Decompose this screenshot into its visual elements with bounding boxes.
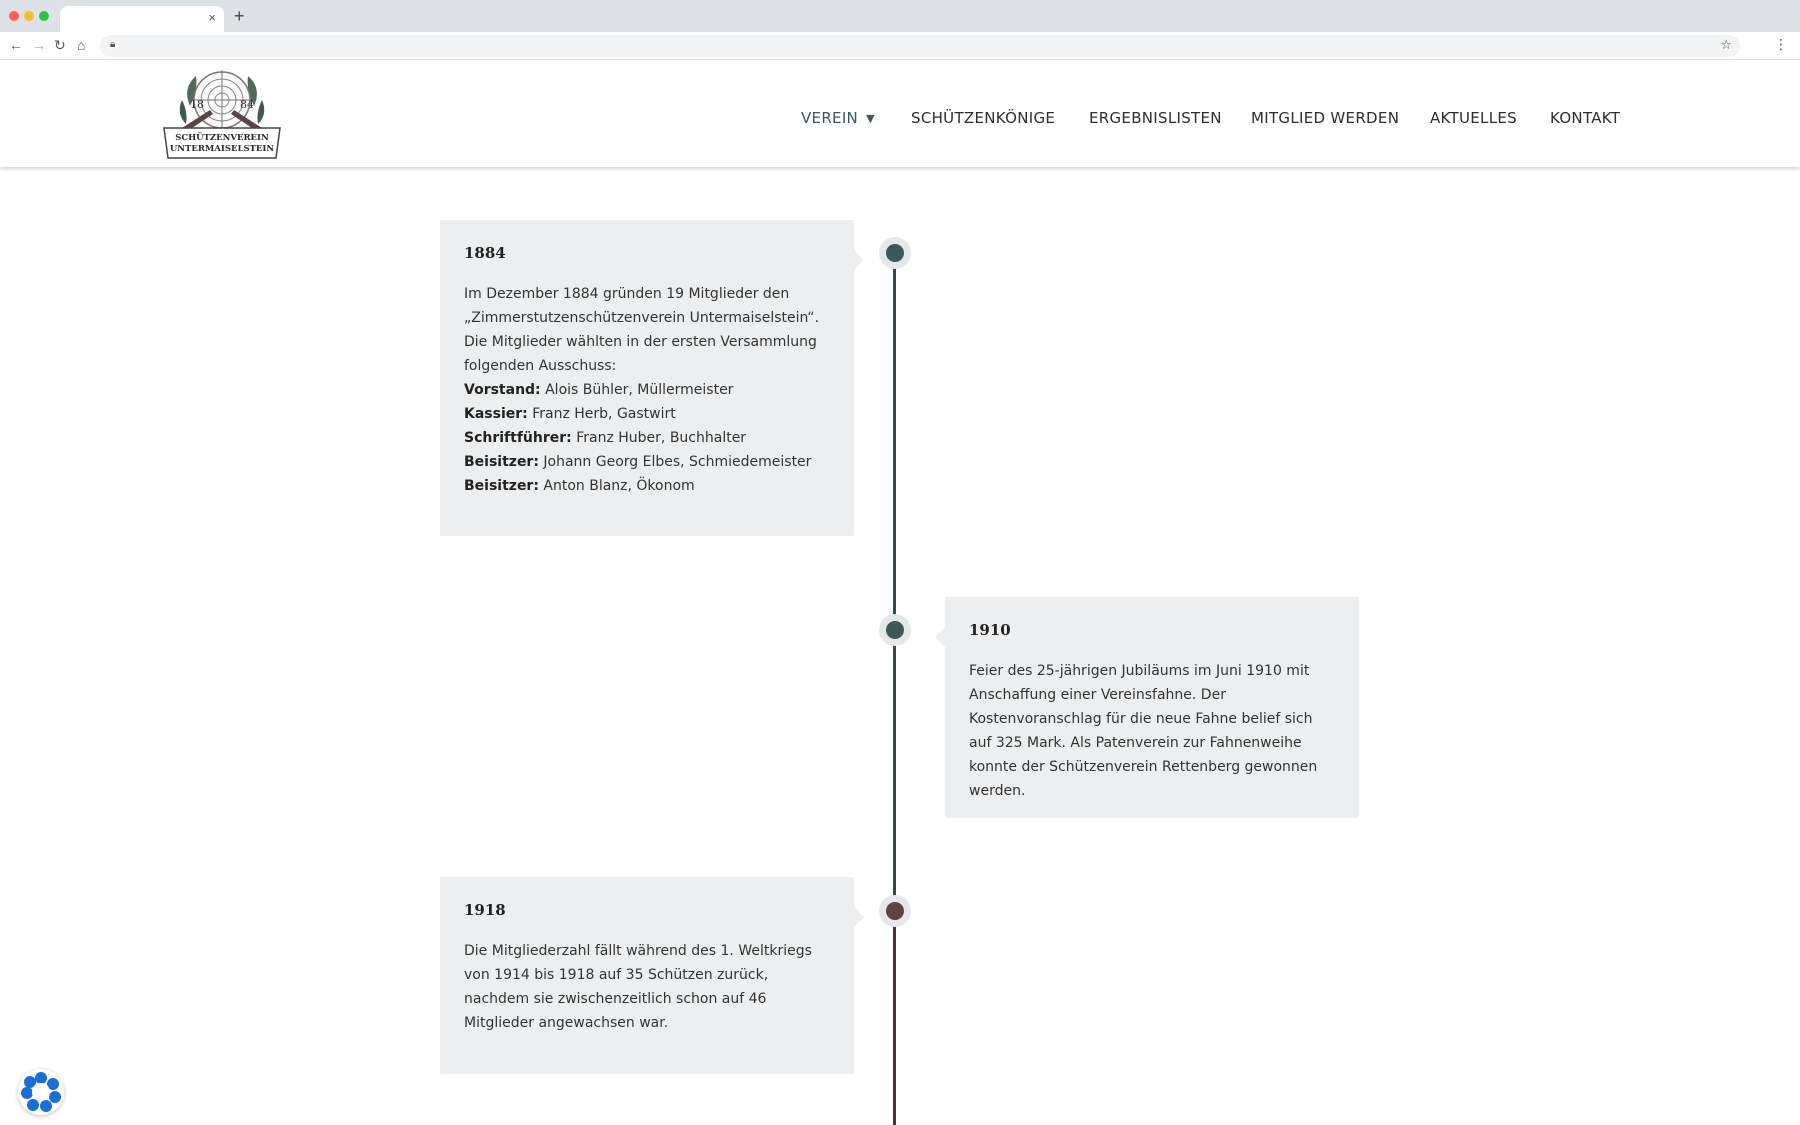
timeline-text: Die Mitgliederzahl fällt während des 1. … [464,943,812,1031]
nav-item-ergebnislisten[interactable]: ERGEBNISLISTEN [1089,109,1222,127]
privacy-shield-icon [21,1072,61,1112]
nav-item-mitglied-werden[interactable]: MITGLIED WERDEN [1251,109,1399,127]
bookmark-star-icon[interactable]: ☆ [1720,37,1732,53]
role-line: Schriftführer: Franz Huber, Buchhalter [464,430,747,446]
window-maximize-icon[interactable] [39,11,49,21]
logo-year-left: 18 [190,98,204,111]
timeline-text: Feier des 25-jährigen Jubiläums im Juni … [969,663,1318,799]
new-tab-icon[interactable]: + [234,6,245,26]
browser-menu-icon[interactable]: ⋮ [1774,36,1788,53]
forward-icon[interactable]: → [32,37,46,53]
timeline-line [893,254,896,628]
timeline-text: Im Dezember 1884 gründen 19 Mitglieder d… [464,282,830,498]
role-line: Beisitzer: Anton Blanz, Ökonom [464,478,695,494]
privacy-settings-button[interactable] [18,1069,64,1115]
chevron-down-icon: ▼ [866,112,875,125]
window-close-icon[interactable] [9,11,19,21]
nav-item-aktuelles[interactable]: AKTUELLES [1430,109,1517,127]
timeline-card-1918: 1918 Die Mitgliederzahl fällt während de… [440,877,864,1074]
timeline-node [879,895,911,927]
site-header: 18 84 SCHÜTZENVEREIN UNTERMAISELSTEIN VE… [0,61,1800,167]
logo-year-right: 84 [240,98,254,111]
timeline-node [879,237,911,269]
nav-item-verein[interactable]: VEREIN ▼ [801,109,875,127]
timeline-card-1910: 1910 Feier des 25-jährigen Jubiläums im … [935,597,1359,818]
browser-toolbar: ← → ↻ ⌂ 🔒︎ ☆ ⋮ [0,32,1800,60]
timeline-line [893,628,896,912]
role-line: Kassier: Franz Herb, Gastwirt [464,406,676,422]
nav-item-schuetzenkoenige[interactable]: SCHÜTZENKÖNIGE [911,109,1055,127]
role-line: Vorstand: Alois Bühler, Müllermeister [464,382,734,398]
lock-icon: 🔒︎ [110,39,116,50]
timeline-node [879,614,911,646]
home-icon[interactable]: ⌂ [77,37,85,53]
browser-tab-bar: × + [0,0,1800,32]
timeline-year: 1910 [969,621,1011,639]
nav-item-kontakt[interactable]: KONTAKT [1550,109,1620,127]
timeline-line [893,912,896,1125]
club-logo[interactable]: 18 84 SCHÜTZENVEREIN UNTERMAISELSTEIN [160,66,284,162]
role-line: Beisitzer: Johann Georg Elbes, Schmiedem… [464,454,812,470]
tab-close-icon[interactable]: × [208,10,216,26]
timeline-year: 1884 [464,244,506,262]
browser-tab[interactable]: × [60,6,224,32]
timeline-intro: Im Dezember 1884 gründen 19 Mitglieder d… [464,286,820,374]
timeline-card-1884: 1884 Im Dezember 1884 gründen 19 Mitglie… [440,220,864,536]
address-bar[interactable]: 🔒︎ ☆ [100,35,1740,57]
back-icon[interactable]: ← [9,37,23,53]
reload-icon[interactable]: ↻ [54,37,66,53]
window-minimize-icon[interactable] [24,11,34,21]
logo-text-line2: UNTERMAISELSTEIN [170,144,275,154]
timeline-year: 1918 [464,901,506,919]
